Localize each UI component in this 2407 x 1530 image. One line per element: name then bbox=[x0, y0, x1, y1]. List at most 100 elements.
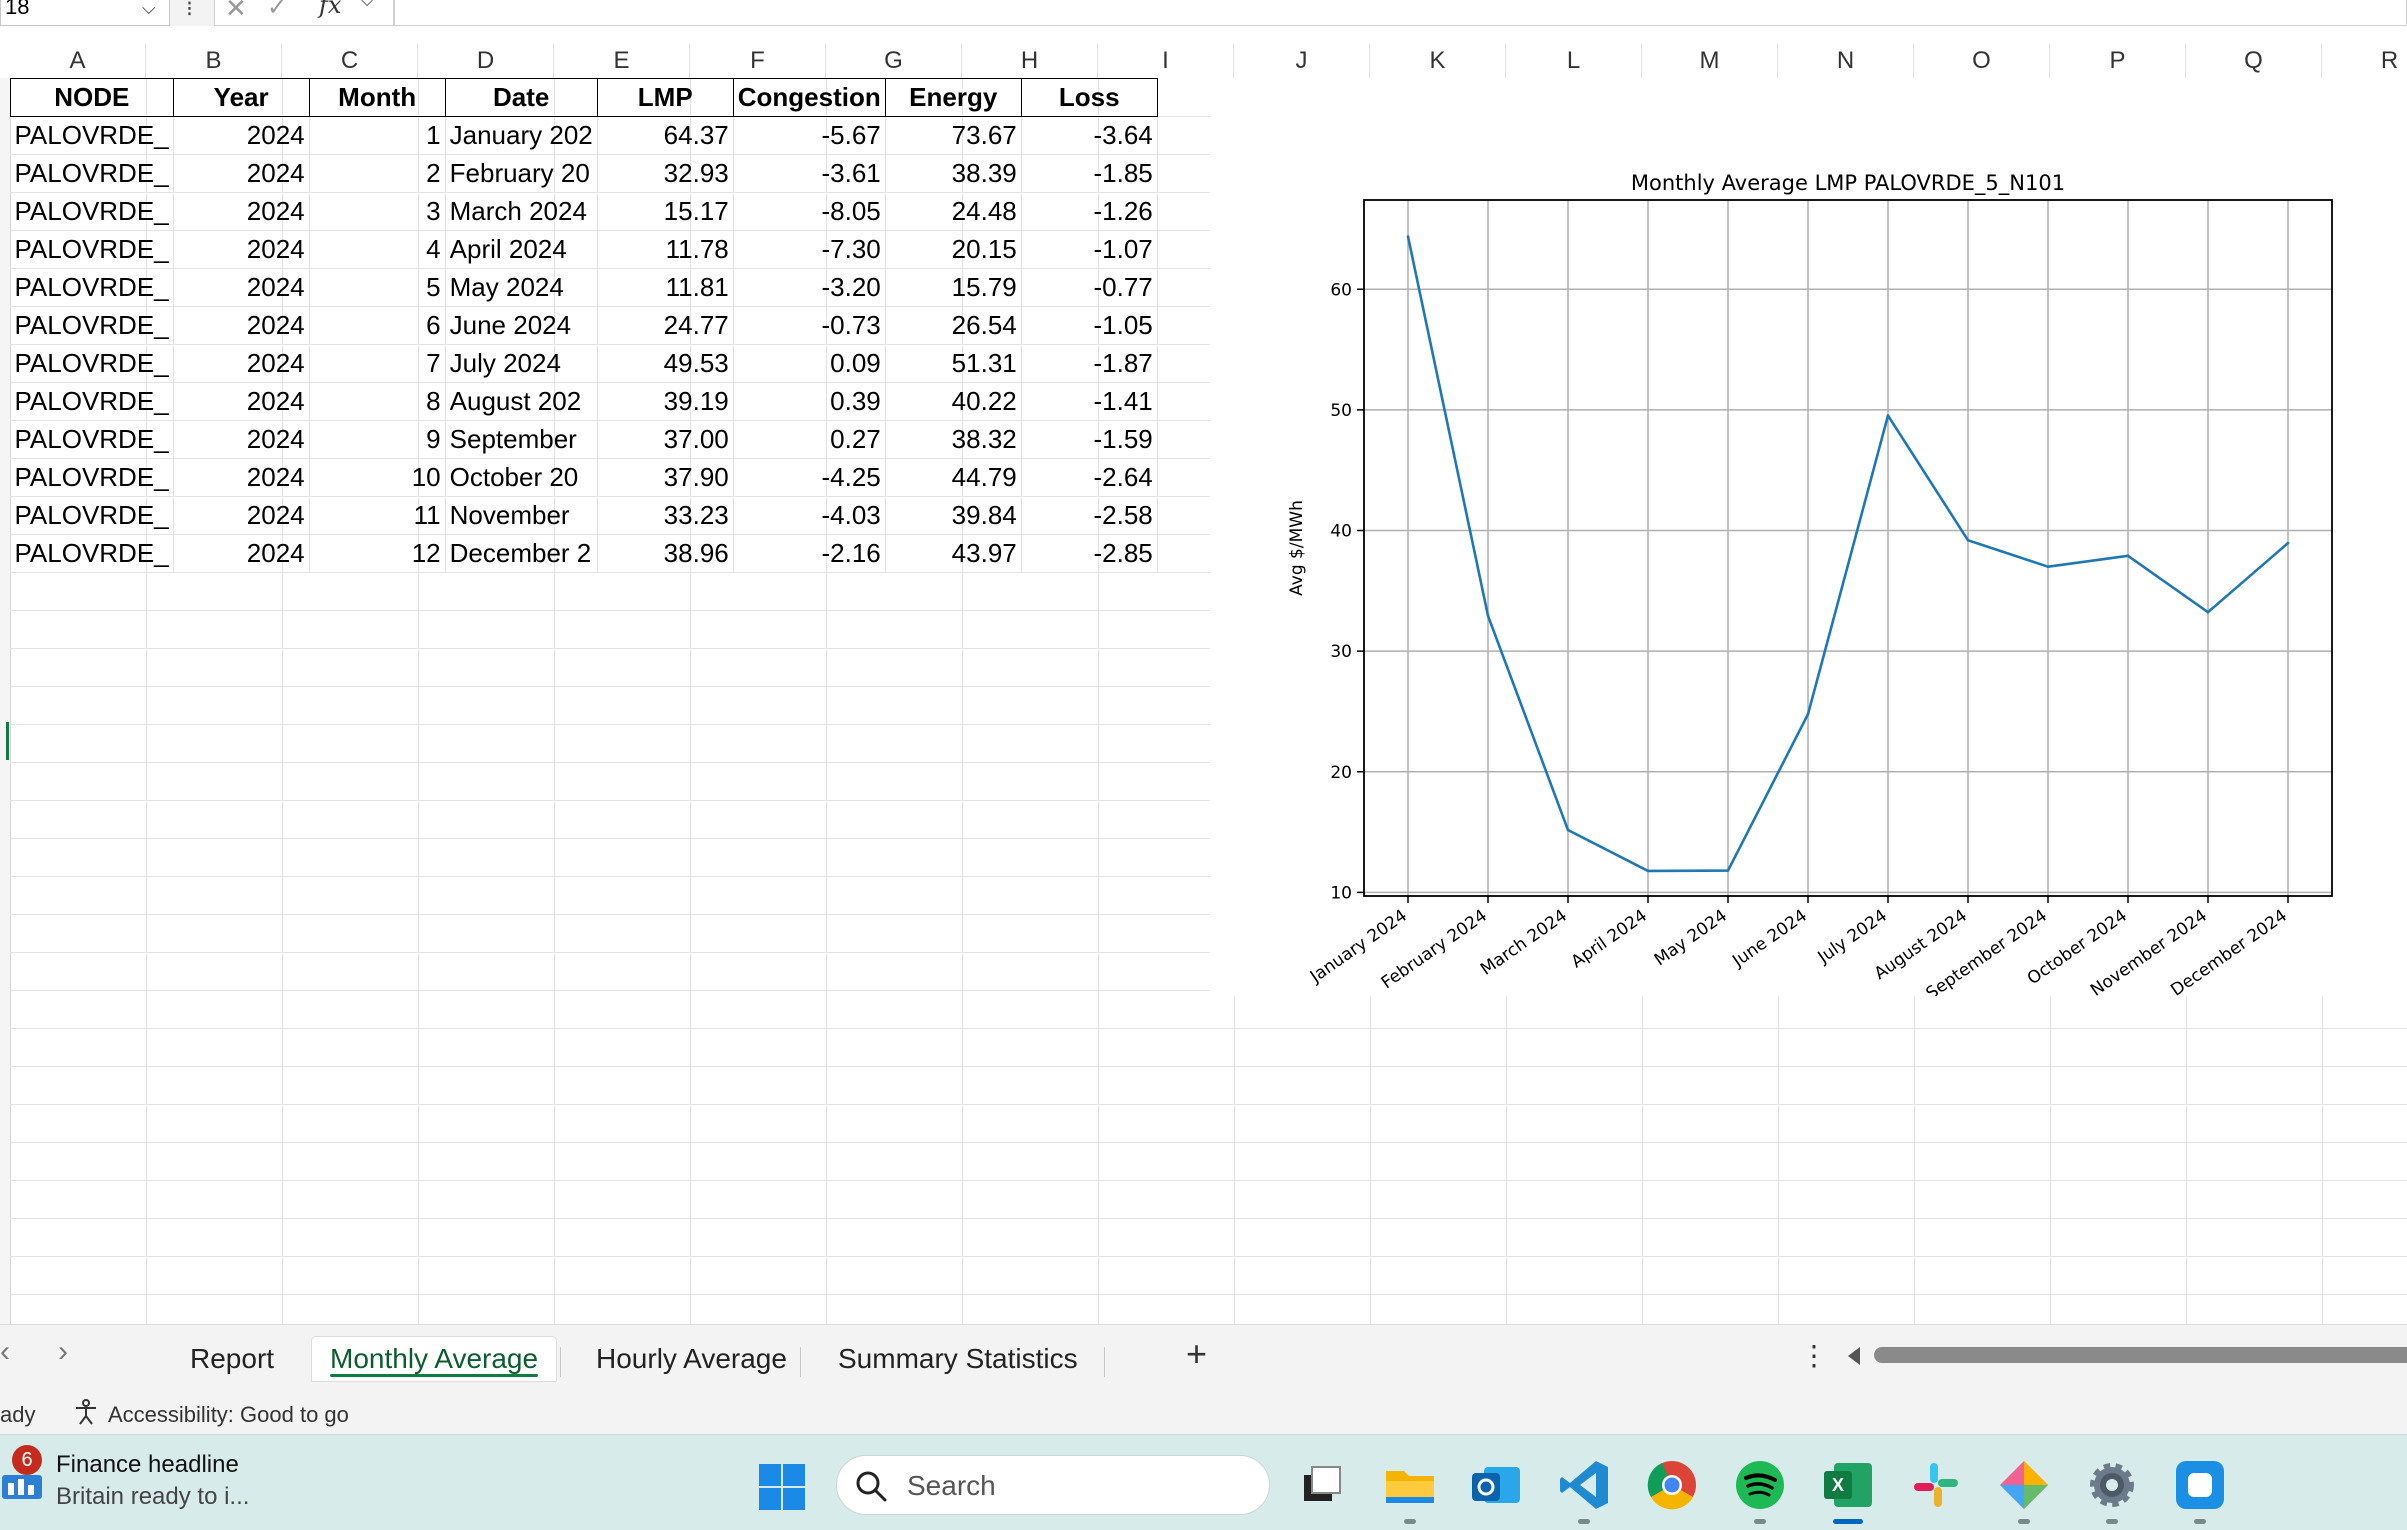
table-cell[interactable]: 37.90 bbox=[597, 458, 734, 497]
table-cell[interactable]: -0.77 bbox=[1021, 268, 1158, 307]
table-cell[interactable]: 2024 bbox=[173, 268, 310, 307]
sheet-tab[interactable]: Report bbox=[172, 1337, 292, 1381]
accessibility-status[interactable]: Accessibility: Good to go bbox=[108, 1402, 349, 1428]
table-cell[interactable]: PALOVRDE_ bbox=[10, 420, 174, 459]
column-header[interactable]: R bbox=[2322, 44, 2407, 78]
table-cell[interactable]: -3.20 bbox=[733, 268, 886, 307]
table-cell[interactable]: 11.81 bbox=[597, 268, 734, 307]
app-square-icon[interactable] bbox=[2172, 1457, 2228, 1513]
table-cell[interactable]: PALOVRDE_ bbox=[10, 534, 174, 573]
insert-function-button[interactable]: fx bbox=[319, 0, 341, 19]
app-diamond-icon[interactable] bbox=[1996, 1457, 2052, 1513]
confirm-icon[interactable]: ✓ bbox=[267, 0, 287, 22]
table-cell[interactable]: 39.84 bbox=[885, 496, 1022, 535]
table-cell[interactable]: -8.05 bbox=[733, 192, 886, 231]
table-cell[interactable]: 0.27 bbox=[733, 420, 886, 459]
table-cell[interactable]: -1.26 bbox=[1021, 192, 1158, 231]
table-cell[interactable]: 38.96 bbox=[597, 534, 734, 573]
file-explorer-icon[interactable] bbox=[1382, 1457, 1438, 1513]
table-header-cell[interactable]: LMP bbox=[596, 78, 734, 117]
table-cell[interactable]: PALOVRDE_ bbox=[10, 344, 174, 383]
column-header[interactable]: Q bbox=[2186, 44, 2322, 78]
table-cell[interactable]: 33.23 bbox=[597, 496, 734, 535]
table-cell[interactable]: 24.48 bbox=[885, 192, 1022, 231]
table-cell[interactable]: 1 bbox=[309, 116, 446, 155]
table-cell[interactable]: PALOVRDE_ bbox=[10, 496, 174, 535]
table-cell[interactable]: PALOVRDE_ bbox=[10, 382, 174, 421]
table-cell[interactable]: August 202 bbox=[445, 382, 598, 421]
table-cell[interactable]: 32.93 bbox=[597, 154, 734, 193]
column-header[interactable]: H bbox=[962, 44, 1098, 78]
table-cell[interactable]: July 2024 bbox=[445, 344, 598, 383]
table-cell[interactable]: March 2024 bbox=[445, 192, 598, 231]
table-cell[interactable]: -1.87 bbox=[1021, 344, 1158, 383]
sheet-tab[interactable]: Summary Statistics bbox=[820, 1337, 1096, 1381]
table-cell[interactable]: 37.00 bbox=[597, 420, 734, 459]
chrome-icon[interactable] bbox=[1644, 1457, 1700, 1513]
table-cell[interactable]: 10 bbox=[309, 458, 446, 497]
table-cell[interactable]: -5.67 bbox=[733, 116, 886, 155]
table-cell[interactable]: -1.07 bbox=[1021, 230, 1158, 269]
settings-gear-icon[interactable] bbox=[2084, 1457, 2140, 1513]
accessibility-icon[interactable] bbox=[72, 1398, 100, 1426]
table-cell[interactable]: 5 bbox=[309, 268, 446, 307]
taskbar-search[interactable]: Search bbox=[836, 1455, 1270, 1515]
table-cell[interactable]: -1.85 bbox=[1021, 154, 1158, 193]
table-cell[interactable]: 15.79 bbox=[885, 268, 1022, 307]
table-cell[interactable]: PALOVRDE_ bbox=[10, 306, 174, 345]
table-cell[interactable]: 2024 bbox=[173, 344, 310, 383]
table-cell[interactable]: 11 bbox=[309, 496, 446, 535]
table-cell[interactable]: April 2024 bbox=[445, 230, 598, 269]
windows-start-icon[interactable] bbox=[758, 1463, 806, 1511]
table-cell[interactable]: 51.31 bbox=[885, 344, 1022, 383]
table-cell[interactable]: November bbox=[445, 496, 598, 535]
outlook-icon[interactable] bbox=[1468, 1457, 1524, 1513]
table-cell[interactable]: 44.79 bbox=[885, 458, 1022, 497]
table-cell[interactable]: 7 bbox=[309, 344, 446, 383]
column-header[interactable]: E bbox=[554, 44, 690, 78]
vscode-icon[interactable] bbox=[1556, 1457, 1612, 1513]
table-cell[interactable]: December 2 bbox=[445, 534, 598, 573]
table-cell[interactable]: 49.53 bbox=[597, 344, 734, 383]
column-header[interactable]: O bbox=[1914, 44, 2050, 78]
table-cell[interactable]: -0.73 bbox=[733, 306, 886, 345]
column-header[interactable]: G bbox=[826, 44, 962, 78]
table-cell[interactable]: 26.54 bbox=[885, 306, 1022, 345]
column-header[interactable]: K bbox=[1370, 44, 1506, 78]
table-cell[interactable]: -1.59 bbox=[1021, 420, 1158, 459]
table-cell[interactable]: 6 bbox=[309, 306, 446, 345]
table-cell[interactable]: September bbox=[445, 420, 598, 459]
table-cell[interactable]: -2.16 bbox=[733, 534, 886, 573]
table-cell[interactable]: 73.67 bbox=[885, 116, 1022, 155]
column-header[interactable]: A bbox=[10, 44, 146, 78]
table-cell[interactable]: -2.58 bbox=[1021, 496, 1158, 535]
column-header[interactable]: J bbox=[1234, 44, 1370, 78]
column-header[interactable]: P bbox=[2050, 44, 2186, 78]
table-cell[interactable]: October 20 bbox=[445, 458, 598, 497]
horizontal-scrollbar[interactable] bbox=[1874, 1347, 2407, 1363]
table-cell[interactable]: 24.77 bbox=[597, 306, 734, 345]
column-header[interactable]: B bbox=[146, 44, 282, 78]
table-cell[interactable]: 12 bbox=[309, 534, 446, 573]
table-cell[interactable]: 2024 bbox=[173, 306, 310, 345]
table-cell[interactable]: PALOVRDE_ bbox=[10, 268, 174, 307]
table-cell[interactable]: 43.97 bbox=[885, 534, 1022, 573]
table-cell[interactable]: 2024 bbox=[173, 154, 310, 193]
table-cell[interactable]: -3.64 bbox=[1021, 116, 1158, 155]
task-view-icon[interactable] bbox=[1296, 1457, 1352, 1513]
table-cell[interactable]: 38.39 bbox=[885, 154, 1022, 193]
table-cell[interactable]: 2024 bbox=[173, 192, 310, 231]
table-cell[interactable]: 2024 bbox=[173, 420, 310, 459]
table-header-cell[interactable]: Month bbox=[308, 78, 446, 117]
table-header-cell[interactable]: Date bbox=[444, 78, 598, 117]
more-options-icon[interactable]: ⁝ bbox=[186, 0, 193, 22]
table-cell[interactable]: -7.30 bbox=[733, 230, 886, 269]
table-header-cell[interactable]: Congestion bbox=[732, 78, 886, 117]
table-cell[interactable]: PALOVRDE_ bbox=[10, 116, 174, 155]
table-cell[interactable]: 9 bbox=[309, 420, 446, 459]
table-cell[interactable]: PALOVRDE_ bbox=[10, 230, 174, 269]
table-cell[interactable]: PALOVRDE_ bbox=[10, 458, 174, 497]
sheet-tab[interactable]: Hourly Average bbox=[578, 1337, 805, 1381]
table-cell[interactable]: -4.25 bbox=[733, 458, 886, 497]
table-cell[interactable]: 2024 bbox=[173, 230, 310, 269]
